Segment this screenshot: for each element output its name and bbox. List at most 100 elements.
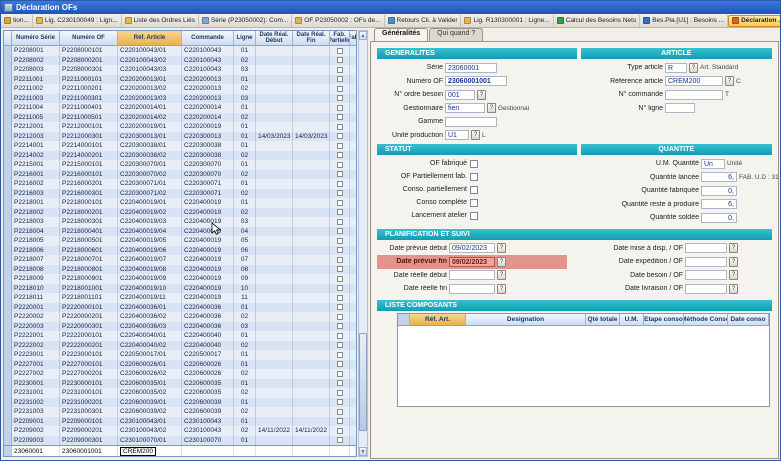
checkbox-of-partiellement-fab[interactable] (470, 173, 478, 181)
fab-partielle-checkbox[interactable] (337, 48, 343, 54)
grid-row[interactable]: P2214002P2214000201C220300038/02C2203000… (4, 151, 356, 161)
grid-row[interactable]: P2216001P2216000101C220300070/02C2203000… (4, 170, 356, 180)
row-selector[interactable] (4, 236, 12, 246)
grid-row[interactable]: P2218007P2218000701C220400019/07C2204000… (4, 255, 356, 265)
row-selector[interactable] (4, 179, 12, 189)
grid-row[interactable]: P2218002P2218000201C220400019/02C2204000… (4, 208, 356, 218)
grid-row[interactable]: P2215001P2215000101C220300070/01C2203000… (4, 160, 356, 170)
comp-col-header-date-conso[interactable]: Date conso (728, 314, 769, 326)
fab-partielle-checkbox[interactable] (337, 323, 343, 329)
scroll-track[interactable] (359, 40, 367, 447)
grid-row[interactable]: P2216002P2216000201C220300071/01C2203000… (4, 179, 356, 189)
grid-row[interactable]: P2223001P2223000101C220500017/01C2205000… (4, 350, 356, 360)
ref-article-editor[interactable]: CREM200 (120, 447, 156, 456)
grid-col-header-commande[interactable]: Commande (182, 31, 234, 46)
grid-row[interactable]: P2218009P2218000901C220400019/09C2204000… (4, 274, 356, 284)
row-selector[interactable] (4, 303, 12, 313)
field-serie[interactable]: 23060001 (445, 63, 497, 73)
row-selector[interactable] (4, 312, 12, 322)
row-selector[interactable] (4, 132, 12, 142)
row-selector[interactable] (4, 255, 12, 265)
row-selector[interactable] (4, 122, 12, 132)
tab-generalites[interactable]: Généralités (374, 28, 428, 41)
field-gestionnaire[interactable]: fien (445, 103, 485, 113)
row-selector[interactable] (4, 46, 12, 56)
row-selector[interactable] (4, 56, 12, 66)
help-button[interactable]: ? (471, 130, 480, 140)
row-selector[interactable] (4, 322, 12, 332)
row-selector[interactable] (4, 246, 12, 256)
row-selector[interactable] (4, 369, 12, 379)
fab-partielle-checkbox[interactable] (337, 247, 343, 253)
grid-row[interactable]: P2218005P2218000501C220400019/05C2204000… (4, 236, 356, 246)
field-date-expedition-of[interactable] (685, 257, 727, 267)
field-unite-production[interactable]: U1 (445, 130, 469, 140)
grid-row[interactable]: P2208001P2208000101C220100043/01C2201000… (4, 46, 356, 56)
grid-row[interactable]: P2208003P2208000301C220100043/03C2201000… (4, 65, 356, 75)
row-selector[interactable] (4, 293, 12, 303)
field-date-besoin-of[interactable] (685, 270, 727, 280)
grid-row[interactable]: P2218008P2218000801C220400019/08C2204000… (4, 265, 356, 275)
fab-partielle-checkbox[interactable] (337, 371, 343, 377)
comp-col-header-ref-art[interactable]: Réf. Art. (410, 314, 466, 326)
grid-row[interactable]: P2218011P2218001101C220400019/11C2204000… (4, 293, 356, 303)
row-selector[interactable] (4, 227, 12, 237)
grid-row[interactable]: P2222001P2222000101C220400040/01C2204000… (4, 331, 356, 341)
mdi-tab-bes-pla-u1-besoins[interactable]: Bes.Pla.[U1] : Besoins ... (640, 15, 728, 27)
field-quantite-fabriquee[interactable]: 0, (701, 186, 737, 196)
comp-col-header-u-m[interactable]: U.M. (620, 314, 644, 326)
comp-col-header-methode-conso[interactable]: Méthode Conso (684, 314, 728, 326)
grid-col-header-numero-serie[interactable]: Numéro Série (12, 31, 60, 46)
grid-row[interactable]: P2212003P2212000301C220300013/01C2203000… (4, 132, 356, 142)
grid-col-header-date-real-debut[interactable]: Date Réal. Début (256, 31, 293, 46)
row-selector[interactable] (4, 208, 12, 218)
row-selector[interactable] (4, 379, 12, 389)
row-selector[interactable] (4, 398, 12, 408)
grid-col-header-fab-partielle[interactable]: Fab. Partielle (330, 31, 350, 46)
field-n-ligne[interactable] (665, 103, 695, 113)
fab-partielle-checkbox[interactable] (337, 124, 343, 130)
fab-partielle-checkbox[interactable] (337, 361, 343, 367)
help-button[interactable]: ? (725, 76, 734, 86)
grid-row[interactable]: P2218001P2218000101C220400019/01C2204000… (4, 198, 356, 208)
row-selector[interactable] (4, 84, 12, 94)
grid-row[interactable]: P2222002P2222000201C220400040/02C2204000… (4, 341, 356, 351)
mdi-tab-serie-p23050002-com[interactable]: Série (P23050002): Com... (199, 15, 292, 27)
fab-partielle-checkbox[interactable] (337, 428, 343, 434)
grid-row[interactable]: P2211005P2211000501C220200014/02C2202000… (4, 113, 356, 123)
help-button[interactable]: ? (497, 243, 506, 253)
fab-partielle-checkbox[interactable] (337, 76, 343, 82)
fab-partielle-checkbox[interactable] (337, 67, 343, 73)
fab-partielle-checkbox[interactable] (337, 285, 343, 291)
mdi-tab-tion[interactable]: tion... (1, 15, 33, 27)
help-button[interactable]: ? (729, 284, 738, 294)
fab-partielle-checkbox[interactable] (337, 238, 343, 244)
scroll-thumb[interactable] (359, 333, 367, 431)
help-button[interactable]: ? (477, 90, 486, 100)
grid-row[interactable]: P2231001P2231000101C220600035/02C2206000… (4, 388, 356, 398)
scroll-up-button[interactable]: ▲ (359, 31, 367, 40)
field-date-reelle-debut[interactable] (449, 270, 495, 280)
fab-partielle-checkbox[interactable] (337, 209, 343, 215)
grid-row[interactable]: P2231002P2231000201C220600039/01C2206000… (4, 398, 356, 408)
fab-partielle-checkbox[interactable] (337, 162, 343, 168)
row-selector[interactable] (4, 265, 12, 275)
grid-row[interactable]: P2211002P2211000201C220200013/02C2202000… (4, 84, 356, 94)
row-selector[interactable] (4, 94, 12, 104)
grid-row[interactable]: P2211003P2211000301C220200013/03C2202000… (4, 94, 356, 104)
grid-col-header-date-real-fin[interactable]: Date Réal. Fin (293, 31, 330, 46)
field-quantite-soldee[interactable]: 0, (701, 213, 737, 223)
fab-partielle-checkbox[interactable] (337, 266, 343, 272)
fab-partielle-checkbox[interactable] (337, 295, 343, 301)
checkbox-lancement-atelier[interactable] (470, 212, 478, 220)
row-selector[interactable] (4, 407, 12, 417)
fab-partielle-checkbox[interactable] (337, 86, 343, 92)
grid-row[interactable]: P2230001P2230000101C220600035/01C2206000… (4, 379, 356, 389)
fab-partielle-checkbox[interactable] (337, 200, 343, 206)
field-n-ordre-besoin[interactable]: 001 (445, 90, 475, 100)
row-selector[interactable] (4, 75, 12, 85)
grid-row[interactable]: P2211004P2211000401C220200014/01C2202000… (4, 103, 356, 113)
comp-col-header-designation[interactable]: Designation (466, 314, 586, 326)
field-u-m-quantite[interactable]: Un (701, 159, 725, 169)
grid-row[interactable]: P2216003P2216000301C220300071/02C2203000… (4, 189, 356, 199)
